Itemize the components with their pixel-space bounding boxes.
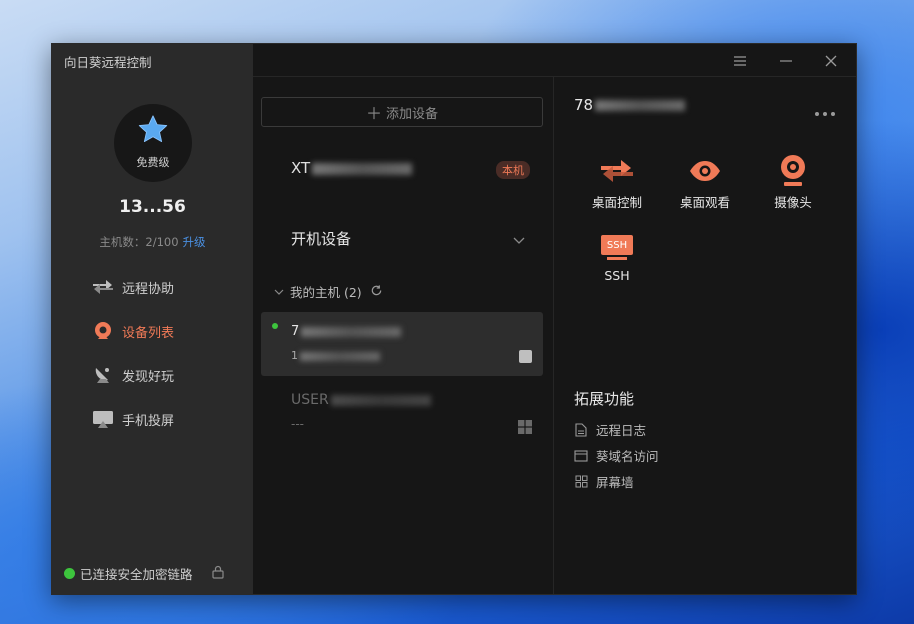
connection-status: 已连接安全加密链路 bbox=[64, 564, 225, 583]
ssh-button[interactable]: SSH SSH bbox=[577, 228, 657, 283]
ext-screen-wall[interactable]: 屏幕墙 bbox=[574, 472, 634, 491]
device-list-icon bbox=[92, 321, 114, 341]
star-icon bbox=[138, 115, 168, 143]
swap-arrows-icon bbox=[92, 277, 114, 297]
close-icon[interactable] bbox=[822, 52, 840, 70]
action-label: 桌面观看 bbox=[679, 195, 730, 210]
user-id: 13...56 bbox=[119, 197, 186, 217]
app-os-icon bbox=[519, 350, 532, 363]
redacted-text bbox=[301, 326, 402, 337]
ssh-icon: SSH bbox=[601, 233, 633, 261]
desktop-control-icon bbox=[601, 160, 633, 182]
ext-remote-log[interactable]: 远程日志 bbox=[574, 420, 646, 439]
group-header[interactable]: 我的主机 (2) bbox=[274, 282, 383, 301]
title-bar bbox=[253, 44, 856, 77]
nav-screen-cast[interactable]: 手机投屏 bbox=[92, 408, 174, 430]
add-device-button[interactable]: ＋ 添加设备 bbox=[261, 97, 543, 127]
redacted-text bbox=[595, 100, 686, 111]
redacted-text bbox=[330, 394, 431, 406]
nav-remote-assist[interactable]: 远程协助 bbox=[92, 276, 174, 298]
app-title: 向日葵远程控制 bbox=[64, 55, 152, 70]
group-label: 我的主机 (2) bbox=[290, 285, 362, 300]
nav-label: 设备列表 bbox=[122, 325, 175, 341]
camera-button[interactable]: 摄像头 bbox=[753, 152, 833, 211]
nav-label: 发现好玩 bbox=[122, 369, 175, 385]
host-count-label: 主机数：2/100 bbox=[99, 235, 179, 249]
browser-icon bbox=[574, 449, 588, 463]
more-icon[interactable] bbox=[814, 102, 836, 121]
satellite-dish-icon bbox=[92, 365, 114, 385]
desktop-view-button[interactable]: 桌面观看 bbox=[665, 152, 745, 211]
app-window: 向日葵远程控制 免费级 13...56 主机数：2/100 升级 远程协助 设备列… bbox=[51, 43, 857, 595]
redacted-text bbox=[300, 351, 380, 361]
screen-cast-icon bbox=[92, 409, 114, 429]
desktop-control-button[interactable]: 桌面控制 bbox=[577, 152, 657, 211]
action-label: 摄像头 bbox=[774, 195, 812, 210]
windows-icon bbox=[518, 419, 532, 438]
upgrade-link[interactable]: 升级 bbox=[183, 235, 206, 249]
device-name: USER bbox=[291, 392, 431, 408]
nav-discover[interactable]: 发现好玩 bbox=[92, 364, 174, 386]
section-title: 开机设备 bbox=[291, 230, 352, 248]
online-indicator bbox=[272, 323, 278, 329]
ext-domain-access[interactable]: 葵域名访问 bbox=[574, 446, 659, 465]
nav-device-list[interactable]: 设备列表 bbox=[92, 320, 174, 342]
action-label: SSH bbox=[604, 268, 630, 283]
tier-label: 免费级 bbox=[136, 156, 170, 169]
device-detail: 78 桌面控制 桌面观看 摄像头 SSH SSH 拓展功能 远程日志 葵域名访问… bbox=[554, 76, 856, 594]
device-ip: 1 bbox=[291, 349, 380, 362]
avatar[interactable]: 免费级 bbox=[114, 104, 192, 182]
local-badge: 本机 bbox=[496, 161, 530, 179]
status-text: 已连接安全加密链路 bbox=[80, 567, 193, 582]
camera-icon bbox=[781, 155, 805, 186]
lock-icon[interactable] bbox=[211, 565, 225, 582]
host-count: 主机数：2/100 升级 bbox=[52, 234, 253, 250]
chevron-down-icon[interactable] bbox=[513, 230, 525, 249]
menu-icon[interactable] bbox=[731, 52, 749, 70]
document-icon bbox=[574, 422, 588, 437]
device-panel: ＋ 添加设备 XT 本机 开机设备 我的主机 (2) 7 1 USER --- bbox=[253, 44, 553, 594]
refresh-icon[interactable] bbox=[370, 284, 383, 300]
device-card-selected[interactable]: 7 1 bbox=[261, 312, 543, 376]
grid-icon bbox=[574, 475, 588, 489]
device-ip: --- bbox=[291, 417, 304, 431]
chevron-down-icon bbox=[274, 289, 284, 295]
status-dot bbox=[64, 568, 75, 579]
device-name: 7 bbox=[291, 324, 402, 339]
nav-label: 远程协助 bbox=[122, 281, 175, 297]
sidebar: 向日葵远程控制 免费级 13...56 主机数：2/100 升级 远程协助 设备列… bbox=[52, 44, 253, 594]
extensions-title: 拓展功能 bbox=[574, 390, 635, 408]
eye-icon bbox=[690, 161, 720, 181]
nav-label: 手机投屏 bbox=[122, 413, 175, 429]
detail-device-id: 78 bbox=[574, 96, 686, 114]
action-label: 桌面控制 bbox=[591, 195, 642, 210]
redacted-text bbox=[312, 162, 413, 175]
plus-icon: ＋ bbox=[365, 104, 382, 123]
local-device-name[interactable]: XT bbox=[291, 159, 413, 177]
minimize-icon[interactable] bbox=[777, 52, 795, 70]
